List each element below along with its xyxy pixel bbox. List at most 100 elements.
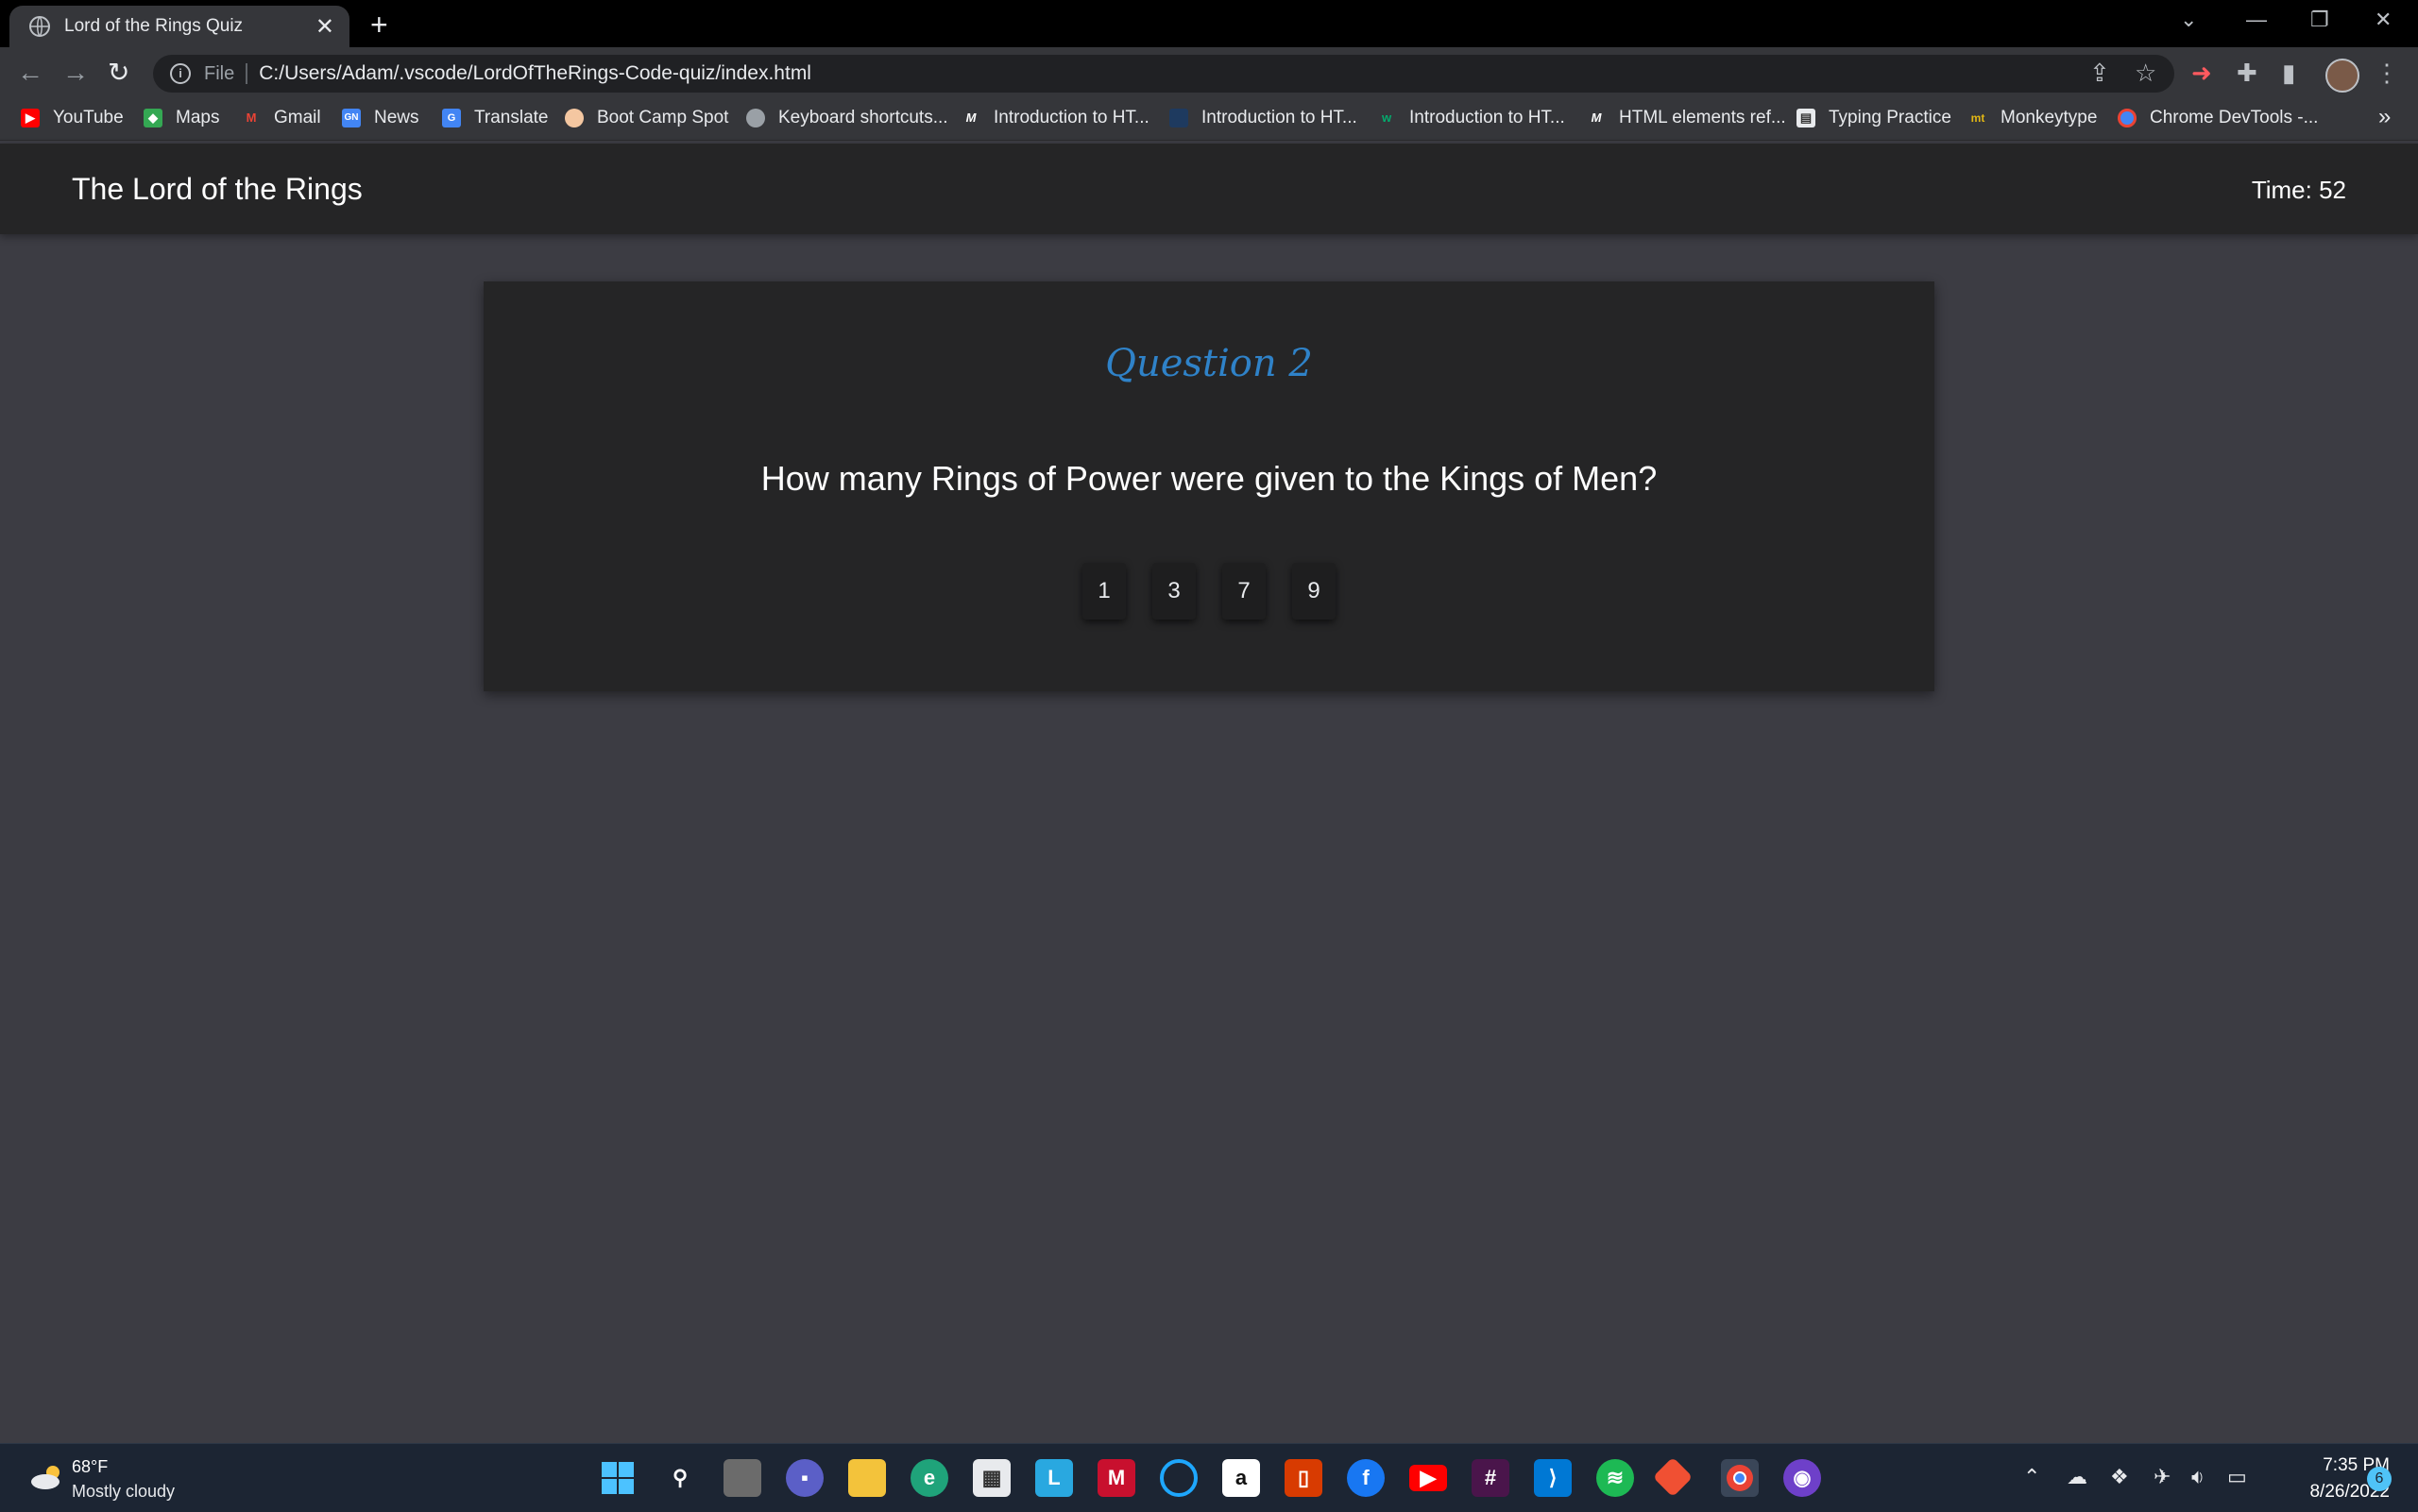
answer-button-7[interactable]: 7 [1222,563,1266,620]
tab-close-icon[interactable]: ✕ [315,13,334,41]
bookmark-intro-html-3[interactable]: w Introduction to HT... [1377,108,1565,128]
bookmark-label: YouTube [53,108,124,127]
extensions-puzzle-icon[interactable]: ✚ [2237,59,2257,88]
quiz-card: Question 2 How many Rings of Power were … [484,281,1934,691]
bootcamp-icon [565,109,584,127]
bookmark-maps[interactable]: ◆ Maps [144,108,219,128]
bookmarks-overflow-button[interactable]: » [2378,104,2391,130]
bookmark-bootcamp[interactable]: Boot Camp Spot [565,108,728,128]
bookmark-news[interactable]: GN News [342,108,419,128]
airplane-mode-icon[interactable]: ✈ [2154,1465,2171,1489]
gmail-icon: M [246,110,257,125]
volume-icon[interactable]: 🔉︎ [2191,1465,2205,1489]
tab-active[interactable]: Lord of the Rings Quiz ✕ [9,6,349,47]
typing-icon: ▤ [1796,109,1815,127]
profile-avatar[interactable] [2325,59,2359,93]
store-icon[interactable]: ▦ [973,1459,1011,1497]
chrome-icon [2118,109,2137,127]
forward-icon[interactable]: → [62,59,89,87]
answer-button-1[interactable]: 1 [1082,563,1126,620]
tray-overflow-icon[interactable]: ⌃ [2023,1465,2040,1489]
partly-cloudy-icon [31,1466,60,1489]
tab-search-icon[interactable]: ⌄ [2180,8,2197,32]
translate-icon: G [442,109,461,127]
site-header: The Lord of the Rings Time: 52 [0,144,2418,234]
omnibox-divider [246,63,248,84]
onedrive-icon[interactable]: ☁ [2067,1465,2087,1489]
amazon-icon[interactable]: a [1222,1459,1260,1497]
github-icon[interactable]: ◉ [1783,1459,1821,1497]
news-icon: GN [342,109,361,127]
page-icon [1169,109,1188,127]
file-explorer-icon[interactable] [848,1459,886,1497]
close-window-icon[interactable]: ✕ [2375,8,2392,32]
back-icon[interactable]: ← [17,59,43,87]
bookmark-html-elements[interactable]: M HTML elements ref... [1587,108,1786,128]
bookmark-label: Maps [176,108,220,127]
site-title: The Lord of the Rings [72,172,363,206]
bookmark-label: Translate [474,108,549,127]
task-view-icon[interactable] [724,1459,761,1497]
quiz-timer: Time: 52 [2251,176,2346,204]
answer-choices: 1 3 7 9 [484,563,1934,620]
info-icon[interactable]: i [170,63,191,84]
bookmark-translate[interactable]: G Translate [442,108,549,128]
chrome-icon[interactable] [1721,1459,1759,1497]
git-icon[interactable] [1652,1456,1694,1498]
l-app-icon[interactable]: L [1035,1459,1073,1497]
windows-start-icon[interactable] [599,1459,637,1497]
answer-button-9[interactable]: 9 [1292,563,1336,620]
new-tab-button[interactable]: + [370,8,388,42]
menu-kebab-icon[interactable]: ⋮ [2375,59,2399,88]
bookmark-label: News [374,108,419,127]
battery-icon[interactable]: ▭ [2227,1465,2247,1489]
answer-button-3[interactable]: 3 [1152,563,1196,620]
bookmark-intro-html-1[interactable]: M Introduction to HT... [962,108,1149,128]
url-text[interactable]: C:/Users/Adam/.vscode/LordOfTheRings-Cod… [259,62,811,85]
restore-icon[interactable]: ❐ [2310,8,2329,32]
bookmark-chrome-devtools[interactable]: Chrome DevTools -... [2118,108,2318,128]
bookmark-intro-html-2[interactable]: Introduction to HT... [1169,108,1357,128]
cortana-icon[interactable] [1160,1459,1198,1497]
bookmark-label: Boot Camp Spot [597,108,729,127]
mcafee-icon[interactable]: M [1098,1459,1135,1497]
monkeytype-icon: mt [1970,111,1985,125]
dropbox-icon[interactable]: ❖ [2110,1465,2129,1489]
share-icon[interactable]: ⇪ [2089,59,2110,88]
bookmark-keyboard-shortcuts[interactable]: Keyboard shortcuts... [746,108,948,128]
office-icon[interactable]: ▯ [1285,1459,1322,1497]
bookmark-label: Typing Practice [1829,108,1951,127]
bookmark-youtube[interactable]: ▶ YouTube [21,108,124,128]
notification-count[interactable]: 6 [2367,1467,2392,1491]
extension-arrow-icon[interactable]: ➜ [2191,59,2212,88]
search-icon[interactable]: ⚲ [661,1459,699,1497]
weather-description[interactable]: Mostly cloudy [72,1482,175,1502]
reload-icon[interactable]: ↻ [108,59,129,87]
bookmark-label: Monkeytype [2001,108,2098,127]
bookmark-label: Introduction to HT... [1409,108,1565,127]
address-bar[interactable]: i File C:/Users/Adam/.vscode/LordOfTheRi… [153,55,2174,93]
globe-icon [746,109,765,127]
teams-chat-icon[interactable]: ▪ [786,1459,824,1497]
side-panel-icon[interactable]: ▮ [2282,59,2295,88]
bookmark-gmail[interactable]: M Gmail [242,108,321,128]
spotify-icon[interactable]: ≋ [1596,1459,1634,1497]
bookmark-monkeytype[interactable]: mt Monkeytype [1968,108,2098,128]
bookmark-label: Gmail [274,108,321,127]
mdn-icon: M [1591,110,1602,125]
weather-temperature[interactable]: 68°F [72,1457,108,1477]
bookmark-typing-practice[interactable]: ▤ Typing Practice [1796,108,1951,128]
bookmark-label: Chrome DevTools -... [2150,108,2319,127]
browser-toolbar: ← → ↻ i File C:/Users/Adam/.vscode/LordO… [0,47,2418,100]
facebook-icon[interactable]: f [1347,1459,1385,1497]
bookmark-label: Introduction to HT... [994,108,1149,127]
minimize-icon[interactable]: — [2246,8,2267,32]
bookmark-star-icon[interactable]: ☆ [2135,59,2156,88]
vscode-icon[interactable]: ⟩ [1534,1459,1572,1497]
youtube-icon[interactable]: ▶ [1409,1465,1447,1491]
bookmark-label: Keyboard shortcuts... [778,108,948,127]
tab-strip: Lord of the Rings Quiz ✕ + ⌄ — ❐ ✕ [0,0,2418,47]
slack-icon[interactable]: # [1472,1459,1509,1497]
edge-icon[interactable]: e [911,1459,948,1497]
tab-title: Lord of the Rings Quiz [64,16,244,36]
